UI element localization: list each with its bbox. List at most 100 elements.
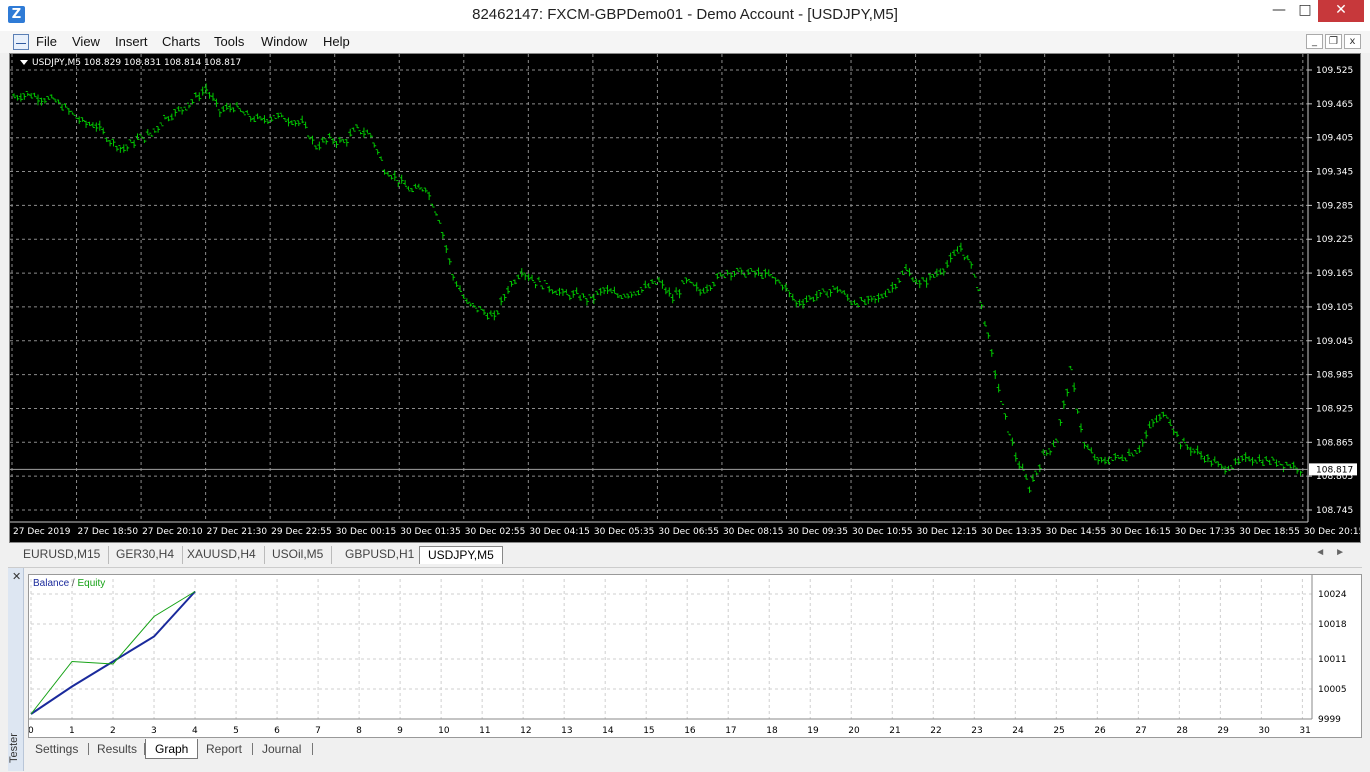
chart-symbol-header: USDJPY,M5 108.829 108.831 108.814 108.81…: [20, 58, 241, 68]
metatrader-window: Z 82462147: FXCM-GBPDemo01 - Demo Accoun…: [0, 0, 1370, 772]
balance-equity-graph: 0 1 2 3 4 5 6 7 8 9 10 11 12 13 14 15 16 17 18 19 20 21 22 23 24…: [28, 574, 1362, 738]
chart-tab-eurusd[interactable]: EURUSD,M15: [15, 546, 110, 564]
graph-x-tick-label: 9: [397, 726, 403, 736]
chart-tab-usoil[interactable]: USOil,M5: [264, 546, 333, 564]
menu-bar: File View Insert Charts Tools Window Hel…: [0, 31, 1370, 53]
time-tick-label: 30 Dec 04:15: [529, 527, 590, 537]
graph-x-tick-label: 13: [561, 726, 572, 736]
time-tick-label: 30 Dec 16:15: [1110, 527, 1171, 537]
price-tick-label: 108.925: [1316, 404, 1353, 414]
time-tick-label: 30 Dec 08:15: [723, 527, 784, 537]
graph-x-tick-label: 18: [766, 726, 778, 736]
price-tick-label: 109.285: [1316, 201, 1353, 211]
price-tick-label: 108.865: [1316, 438, 1353, 448]
tester-close-icon[interactable]: ✕: [12, 570, 21, 583]
menu-window[interactable]: Window: [261, 34, 307, 49]
graph-x-tick-label: 12: [520, 726, 531, 736]
chart-symbol-info: USDJPY,M5 108.829 108.831 108.814 108.81…: [32, 58, 242, 68]
graph-x-tick-label: 23: [971, 726, 982, 736]
chart-tab-xauusd[interactable]: XAUUSD,H4: [179, 546, 265, 564]
tester-tab-report[interactable]: Report: [197, 739, 251, 759]
time-tick-label: 30 Dec 14:55: [1046, 527, 1107, 537]
price-tick-label: 109.045: [1316, 337, 1353, 347]
graph-x-tick-label: 0: [29, 726, 34, 736]
legend-equity: Equity: [77, 578, 106, 589]
price-tick-label: 109.405: [1316, 134, 1353, 144]
current-price-label: 108.817: [1316, 465, 1353, 475]
time-tick-label: 30 Dec 10:55: [852, 527, 913, 537]
menu-insert[interactable]: Insert: [115, 34, 148, 49]
title-bar: Z 82462147: FXCM-GBPDemo01 - Demo Accoun…: [0, 0, 1370, 31]
chart-document-icon[interactable]: [13, 34, 29, 50]
time-tick-label: 30 Dec 20:15: [1304, 527, 1360, 537]
menu-tools[interactable]: Tools: [214, 34, 244, 49]
minimize-button[interactable]: —: [1266, 0, 1292, 22]
close-button[interactable]: ✕: [1318, 0, 1364, 22]
tester-tab-settings[interactable]: Settings: [26, 739, 87, 759]
time-tick-label: 30 Dec 18:55: [1239, 527, 1300, 537]
price-tick-label: 109.165: [1316, 269, 1353, 279]
strategy-tester-panel: ✕ Tester 0 1 2 3 4 5 6 7 8 9 10 11 12 13 14 15 16 17 18 19 2…: [8, 567, 1362, 771]
tester-tab-results[interactable]: Results: [88, 739, 146, 759]
time-tick-label: 27 Dec 2019: [13, 527, 71, 537]
graph-x-tick-label: 5: [233, 726, 239, 736]
tab-separator: [312, 743, 313, 755]
graph-x-tick-label: 28: [1176, 726, 1188, 736]
legend-balance: Balance: [33, 578, 70, 589]
graph-x-tick-label: 17: [725, 726, 736, 736]
graph-x-tick-label: 15: [643, 726, 654, 736]
graph-x-tick-label: 30: [1258, 726, 1270, 736]
time-tick-label: 30 Dec 05:35: [594, 527, 655, 537]
chart-tab-ger30[interactable]: GER30,H4: [108, 546, 184, 564]
graph-x-tick-label: 26: [1094, 726, 1106, 736]
graph-x-tick-label: 2: [110, 726, 116, 736]
time-tick-label: 30 Dec 06:55: [658, 527, 719, 537]
tester-tab-graph[interactable]: Graph: [145, 739, 199, 759]
tab-scroll-arrows[interactable]: ◄►: [1315, 547, 1355, 558]
maximize-button[interactable]: □: [1292, 0, 1318, 22]
menu-file[interactable]: File: [36, 34, 57, 49]
graph-y-tick-label: 10024: [1318, 590, 1347, 600]
graph-x-tick-label: 4: [192, 726, 198, 736]
graph-legend: Balance / Equity: [33, 578, 105, 589]
graph-x-tick-label: 22: [930, 726, 941, 736]
price-tick-label: 109.525: [1316, 66, 1353, 76]
graph-y-tick-label: 9999: [1318, 715, 1341, 725]
chart-tab-usdjpy[interactable]: USDJPY,M5: [419, 546, 503, 564]
graph-x-tick-label: 24: [1012, 726, 1024, 736]
time-tick-label: 27 Dec 20:10: [142, 527, 203, 537]
tester-tab-bar: Settings Results Graph Report Journal: [26, 738, 1362, 760]
price-tick-label: 108.985: [1316, 371, 1353, 381]
graph-x-tick-label: 1: [69, 726, 75, 736]
graph-y-tick-label: 10005: [1318, 685, 1347, 695]
time-tick-label: 30 Dec 09:35: [787, 527, 848, 537]
price-tick-label: 109.105: [1316, 303, 1353, 313]
graph-x-tick-label: 25: [1053, 726, 1064, 736]
graph-y-tick-label: 10018: [1318, 620, 1347, 630]
time-tick-label: 29 Dec 22:55: [271, 527, 332, 537]
collapse-triangle-icon[interactable]: [20, 60, 28, 65]
chart-tab-gbpusd[interactable]: GBPUSD,H1: [337, 546, 424, 564]
mdi-restore-button[interactable]: ❐: [1325, 34, 1342, 49]
balance-equity-canvas: 0 1 2 3 4 5 6 7 8 9 10 11 12 13 14 15 16 17 18 19 20 21 22 23 24…: [29, 575, 1347, 736]
menu-charts[interactable]: Charts: [162, 34, 200, 49]
graph-x-tick-label: 31: [1299, 726, 1310, 736]
time-tick-label: 30 Dec 00:15: [336, 527, 397, 537]
graph-x-tick-label: 20: [848, 726, 860, 736]
time-tick-label: 30 Dec 01:35: [400, 527, 461, 537]
window-title: 82462147: FXCM-GBPDemo01 - Demo Account …: [472, 6, 898, 23]
mdi-minimize-button[interactable]: _: [1306, 34, 1323, 49]
price-chart[interactable]: 109.525 109.465 109.405 109.345 109.285 109.2…: [9, 53, 1361, 543]
chart-tab-bar: EURUSD,M15 GER30,H4 XAUUSD,H4 USOil,M5 G…: [9, 545, 1361, 564]
mdi-close-button[interactable]: x: [1344, 34, 1361, 49]
price-tick-label: 109.225: [1316, 235, 1353, 245]
menu-help[interactable]: Help: [323, 34, 350, 49]
tester-tab-journal[interactable]: Journal: [253, 739, 310, 759]
graph-x-tick-label: 29: [1217, 726, 1229, 736]
menu-view[interactable]: View: [72, 34, 100, 49]
time-tick-label: 30 Dec 17:35: [1175, 527, 1236, 537]
tester-side-bar: ✕ Tester: [8, 568, 24, 771]
price-chart-canvas[interactable]: 109.525 109.465 109.405 109.345 109.285 109.2…: [10, 54, 1360, 542]
graph-x-tick-label: 19: [807, 726, 819, 736]
price-tick-label: 109.345: [1316, 168, 1353, 178]
